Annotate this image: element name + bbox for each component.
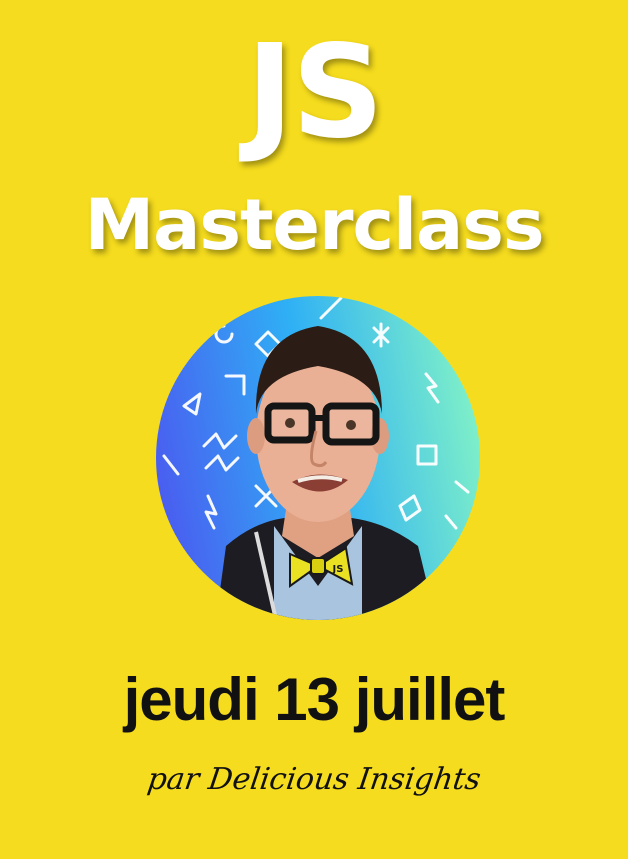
bowtie-label: JS [332,564,344,575]
title-js: JS [246,18,384,167]
event-date: jeudi 13 juillet [123,666,506,733]
title-masterclass: Masterclass [84,184,544,266]
speaker-avatar: JS [156,296,480,620]
byline: par Delicious Insights [145,762,483,797]
